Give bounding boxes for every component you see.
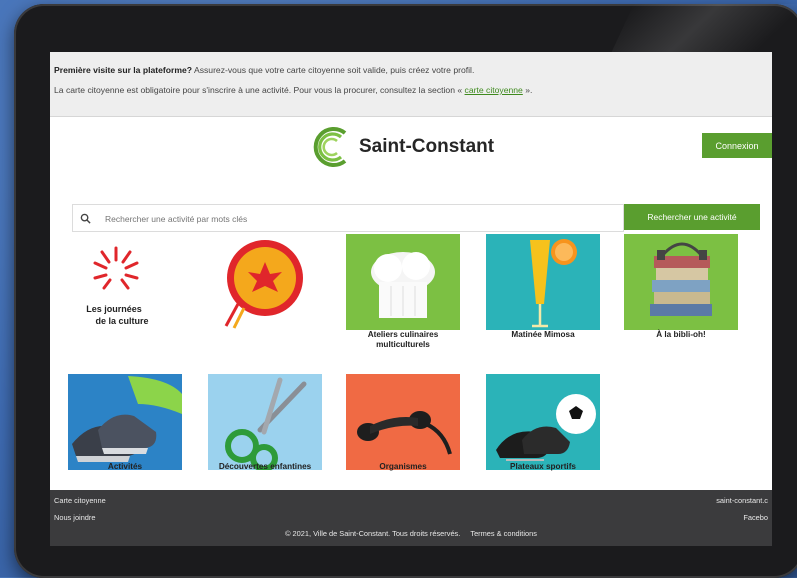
- footer-link-nous-joindre[interactable]: Nous joindre: [54, 513, 96, 522]
- mimosa-glass-image: [486, 234, 600, 330]
- activity-label: Découvertes enfantines: [218, 462, 312, 471]
- search-input[interactable]: [103, 205, 617, 233]
- activity-card-plateaux-sportifs[interactable]: Plateaux sportifs: [486, 374, 600, 484]
- activity-label: Plateaux sportifs: [510, 462, 576, 471]
- activity-card-activites[interactable]: Activités: [68, 374, 182, 484]
- activity-card-organismes[interactable]: Organismes: [346, 374, 460, 484]
- soccer-image: [486, 374, 600, 470]
- activity-card-decouvertes-enfantines[interactable]: Découvertes enfantines: [208, 374, 322, 484]
- footer-link-facebook[interactable]: Facebo: [743, 513, 768, 522]
- saint-constant-logo-icon: [313, 127, 347, 167]
- chef-hat-image: [346, 234, 460, 330]
- activity-card-matinee-mimosa[interactable]: Matinée Mimosa: [486, 234, 600, 344]
- activity-card-bibli-oh[interactable]: À la bibli-oh!: [624, 234, 738, 344]
- telephone-image: [346, 374, 460, 470]
- activity-card-escapades[interactable]: [208, 234, 322, 344]
- browser-screen: Première visite sur la plateforme? Assur…: [50, 52, 772, 546]
- site-footer: Carte citoyenne Nous joindre saint-const…: [50, 490, 772, 546]
- book-stack-image: [624, 234, 738, 330]
- journees-line-2: de la culture: [95, 316, 148, 326]
- escapades-automne-logo: [208, 234, 322, 330]
- search-bar: [72, 204, 624, 233]
- footer-link-website[interactable]: saint-constant.c: [716, 496, 768, 505]
- scissors-image: [208, 374, 322, 470]
- sneakers-image: [68, 374, 182, 470]
- copyright-text: © 2021, Ville de Saint-Constant. Tous dr…: [285, 529, 461, 538]
- logo-text: Saint-Constant: [359, 136, 495, 157]
- journees-line-1: Les journées: [86, 304, 142, 314]
- search-icon[interactable]: [73, 205, 97, 231]
- banner-line-2: La carte citoyenne est obligatoire pour …: [54, 85, 533, 95]
- activity-label: Organismes: [379, 462, 427, 471]
- activity-label: À la bibli-oh!: [656, 330, 706, 339]
- footer-copyright: © 2021, Ville de Saint-Constant. Tous dr…: [50, 529, 772, 538]
- journees-culture-logo: Les journées de la culture: [68, 234, 182, 330]
- footer-link-carte-citoyenne[interactable]: Carte citoyenne: [54, 496, 106, 505]
- login-button[interactable]: Connexion: [702, 133, 772, 158]
- banner-line-1: Première visite sur la plateforme? Assur…: [54, 65, 475, 75]
- carte-citoyenne-link[interactable]: carte citoyenne: [465, 85, 523, 95]
- activity-card-journees-culture[interactable]: Les journées de la culture: [68, 234, 182, 344]
- site-logo[interactable]: Saint-Constant: [307, 122, 527, 172]
- activity-card-ateliers-culinaires[interactable]: Ateliers culinaires multiculturels: [346, 234, 460, 349]
- terms-link[interactable]: Termes & conditions: [470, 529, 537, 538]
- info-banner: Première visite sur la plateforme? Assur…: [50, 52, 772, 117]
- activity-label: Activités: [107, 462, 143, 471]
- activity-label: Ateliers culinaires multiculturels: [367, 330, 439, 349]
- search-button[interactable]: Rechercher une activité: [624, 204, 760, 230]
- activity-label: Matinée Mimosa: [511, 330, 575, 339]
